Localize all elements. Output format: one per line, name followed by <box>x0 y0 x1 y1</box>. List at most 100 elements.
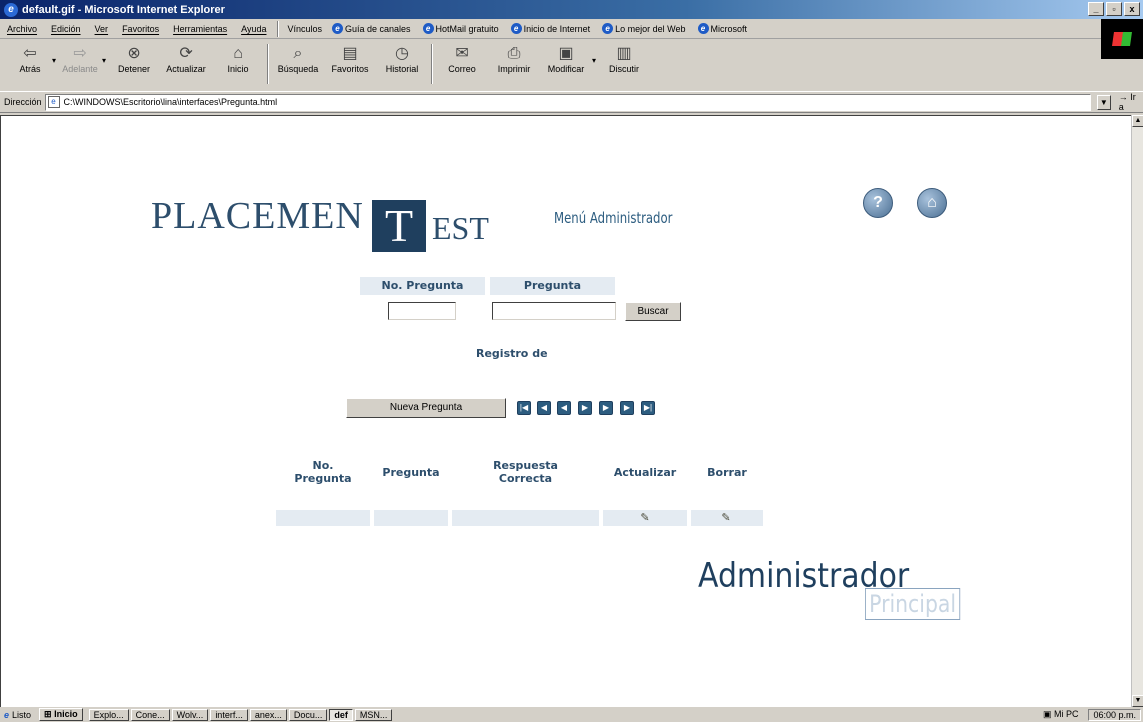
link-label: Inicio de Internet <box>523 23 591 34</box>
favorites-icon: ▤ <box>342 45 358 62</box>
mail-icon: ✉ <box>455 45 469 62</box>
principal-label[interactable]: Principal <box>865 588 961 620</box>
table-header-update: Actualizar <box>613 466 677 479</box>
print-label: Imprimir <box>497 64 531 74</box>
discuss-label: Discutir <box>609 64 640 74</box>
table-cell-question <box>374 510 448 526</box>
clock: 06:00 p.m. <box>1088 708 1141 721</box>
edit-dropdown-icon[interactable]: ▾ <box>592 56 596 65</box>
stop-label: Detener <box>118 64 151 74</box>
close-button[interactable]: x <box>1124 2 1140 16</box>
menu-separator <box>277 20 280 37</box>
home-icon: ⌂ <box>233 45 243 62</box>
back-label: Atrás <box>19 64 41 74</box>
delete-pencil-icon[interactable]: ✎ <box>719 512 733 524</box>
taskbar-task[interactable]: Docu... <box>288 708 328 721</box>
refresh-button[interactable]: ⟳ Actualizar <box>160 44 212 74</box>
taskbar-task[interactable]: Wolv... <box>171 708 209 721</box>
taskbar-task-active[interactable]: def <box>329 708 353 721</box>
maximize-button[interactable]: ▫ <box>1106 2 1122 16</box>
taskbar-task[interactable]: Explo... <box>88 708 129 721</box>
update-pencil-icon[interactable]: ✎ <box>638 512 652 524</box>
address-dropdown-icon[interactable]: ▼ <box>1096 94 1111 110</box>
help-icon[interactable]: ? <box>863 188 893 218</box>
home-label: Inicio <box>227 64 249 74</box>
back-dropdown-icon[interactable]: ▾ <box>52 56 56 65</box>
print-button[interactable]: ⎙ Imprimir <box>488 44 540 74</box>
link-lo-mejor-web[interactable]: e Lo mejor del Web <box>596 23 691 34</box>
minimize-button[interactable]: _ <box>1088 2 1104 16</box>
registro-label: Registro de <box>476 347 548 360</box>
ie-page-icon: e <box>422 23 434 34</box>
forward-arrow-icon: ⇨ <box>73 45 87 62</box>
home-icon[interactable]: ⌂ <box>917 188 947 218</box>
prev-page-icon[interactable]: ◀ <box>537 401 551 415</box>
history-button[interactable]: ◷ Historial <box>376 44 428 74</box>
menu-herramientas[interactable]: Herramientas <box>166 24 234 34</box>
vertical-scrollbar[interactable]: ▲ ▼ <box>1131 115 1143 707</box>
refresh-icon: ⟳ <box>179 45 193 62</box>
scroll-up-icon[interactable]: ▲ <box>1132 115 1143 127</box>
forward-label: Adelante <box>62 64 98 74</box>
browser-toolbar: ⇦ Atrás ▾ ⇨ Adelante ▾ ⊗ Detener ⟳ Actualiza… <box>0 40 1100 92</box>
next-page-icon[interactable]: ▶ <box>620 401 634 415</box>
favorites-button[interactable]: ▤ Favoritos <box>324 44 376 74</box>
ie-page-icon: e <box>602 23 614 34</box>
menu-ver[interactable]: Ver <box>88 24 116 34</box>
address-label: Dirección <box>4 97 42 107</box>
menu-favoritos[interactable]: Favoritos <box>115 24 166 34</box>
scroll-down-icon[interactable]: ▼ <box>1132 695 1143 707</box>
taskbar-task[interactable]: anex... <box>249 708 287 721</box>
link-microsoft[interactable]: e Microsoft <box>692 23 754 34</box>
table-cell-number <box>276 510 370 526</box>
first-record-icon[interactable]: |◀ <box>517 401 531 415</box>
back-button[interactable]: ⇦ Atrás <box>8 44 52 74</box>
go-button[interactable]: → Ir a <box>1119 92 1143 112</box>
header-line: Correcta <box>498 472 553 485</box>
menu-edicion[interactable]: Edición <box>44 24 88 34</box>
table-cell-answer <box>452 510 599 526</box>
taskbar-task[interactable]: MSN... <box>354 708 393 721</box>
last-record-icon[interactable]: ▶| <box>641 401 655 415</box>
home-button[interactable]: ⌂ Inicio <box>212 44 264 74</box>
favorites-label: Favoritos <box>331 64 369 74</box>
toolbar-separator <box>267 44 270 84</box>
link-inicio-internet[interactable]: e Inicio de Internet <box>505 23 597 34</box>
menu-ayuda[interactable]: Ayuda <box>234 24 273 34</box>
search-col-number-header: No. Pregunta <box>360 277 485 295</box>
mail-button[interactable]: ✉ Correo <box>436 44 488 74</box>
forward-button[interactable]: ⇨ Adelante <box>58 44 102 74</box>
history-label: Historial <box>385 64 419 74</box>
next-record-icon[interactable]: ▶ <box>599 401 613 415</box>
go-label: Ir a <box>1118 92 1136 112</box>
link-label: HotMail gratuito <box>435 23 499 34</box>
forward-dropdown-icon[interactable]: ▾ <box>102 56 106 65</box>
taskbar-task[interactable]: interf... <box>210 708 248 721</box>
table-header-correct-answer: Respuesta Correcta <box>452 459 599 485</box>
menu-administrador-link[interactable]: Menú Administrador <box>554 209 672 227</box>
address-value: C:\WINDOWS\Escritorio\lina\interfaces\Pr… <box>63 97 278 107</box>
question-number-input[interactable] <box>388 302 456 320</box>
question-text-input[interactable] <box>492 302 616 320</box>
address-input[interactable]: e C:\WINDOWS\Escritorio\lina\interfaces\… <box>44 93 1091 111</box>
play-icon[interactable]: ▶ <box>578 401 592 415</box>
logo-text-est: EST <box>432 210 489 246</box>
page-icon: e <box>47 96 60 108</box>
refresh-label: Actualizar <box>166 64 206 74</box>
start-button[interactable]: ⊞ Inicio <box>39 708 83 721</box>
menu-archivo[interactable]: Archivo <box>0 24 44 34</box>
search-button[interactable]: ⌕ Búsqueda <box>272 44 324 74</box>
header-line: Respuesta <box>493 459 558 472</box>
new-question-button[interactable]: Nueva Pregunta <box>346 398 506 418</box>
stop-button[interactable]: ⊗ Detener <box>108 44 160 74</box>
link-guia-canales[interactable]: e Guía de canales <box>326 23 417 34</box>
prev-record-icon[interactable]: ◀ <box>557 401 571 415</box>
link-hotmail[interactable]: e HotMail gratuito <box>417 23 505 34</box>
search-button[interactable]: Buscar <box>625 302 681 321</box>
links-label: Vínculos <box>287 23 322 34</box>
discuss-button[interactable]: ▥ Discutir <box>598 44 650 74</box>
link-label: Lo mejor del Web <box>615 23 686 34</box>
edit-button[interactable]: ▣ Modificar <box>540 44 592 74</box>
internet-explorer-icon: e <box>4 2 18 17</box>
taskbar-task[interactable]: Cone... <box>130 708 170 721</box>
